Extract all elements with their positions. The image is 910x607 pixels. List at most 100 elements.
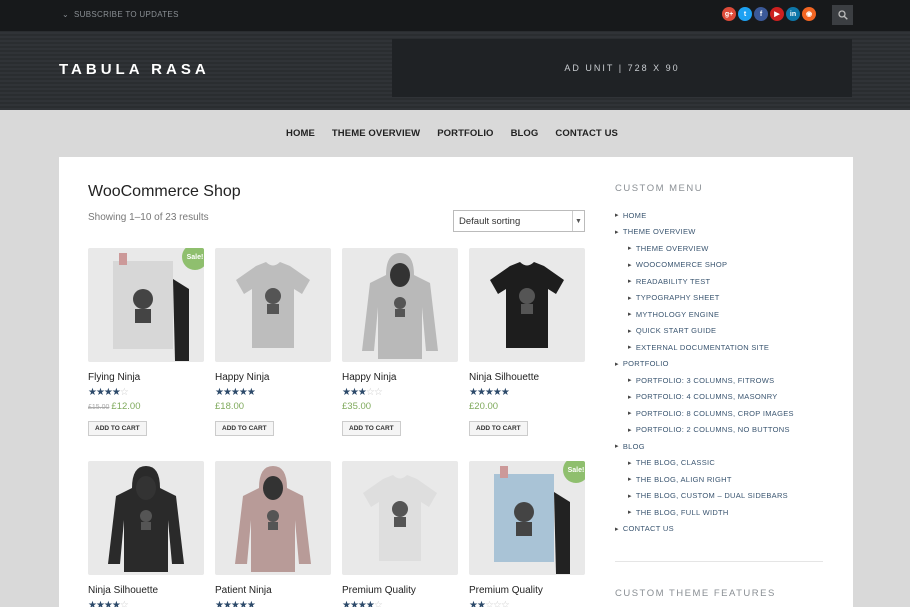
- menu-item-theme-overview[interactable]: ▸ THEME OVERVIEW: [615, 240, 825, 257]
- nav-item-contact-us[interactable]: CONTACT US: [555, 128, 618, 139]
- linkedin-icon[interactable]: in: [786, 7, 800, 21]
- bullet-icon: ▸: [628, 426, 632, 434]
- search-icon: [837, 10, 848, 20]
- menu-item-mythology-engine[interactable]: ▸ MYTHOLOGY ENGINE: [615, 306, 825, 323]
- sort-select[interactable]: Default sorting ▼: [453, 210, 585, 232]
- bullet-icon: ▸: [615, 228, 619, 236]
- sidebar-title: CUSTOM MENU: [615, 183, 704, 194]
- product-image[interactable]: [215, 461, 331, 575]
- chevron-down-icon: ⌄: [62, 10, 70, 19]
- menu-item-portfolio[interactable]: ▸ PORTFOLIO: [615, 356, 825, 373]
- bullet-icon: ▸: [628, 492, 632, 500]
- product-name[interactable]: Happy Ninja: [342, 372, 458, 383]
- content-panel: WooCommerce Shop Showing 1–10 of 23 resu…: [59, 157, 853, 607]
- product-price: £20.00: [469, 401, 499, 412]
- product-card[interactable]: Premium Quality ★★★★☆: [342, 461, 458, 607]
- page-title: WooCommerce Shop: [88, 183, 241, 200]
- menu-item-the-blog-align-right[interactable]: ▸ THE BLOG, ALIGN RIGHT: [615, 471, 825, 488]
- search-button[interactable]: [832, 5, 853, 25]
- bullet-icon: ▸: [628, 410, 632, 418]
- star-rating: ★★☆☆☆: [469, 600, 510, 607]
- top-bar: ⌄ SUBSCRIBE TO UPDATES g+ t f ▶ in ◉: [0, 0, 910, 31]
- star-rating: ★★★★★: [215, 387, 256, 398]
- sidebar: CUSTOM MENU ▸ HOME ▸ THEME OVERVIEW ▸ THEME O…: [615, 183, 825, 537]
- product-price: £35.00: [342, 401, 372, 412]
- subscribe-link[interactable]: ⌄ SUBSCRIBE TO UPDATES: [62, 10, 179, 19]
- product-card[interactable]: Sale! Flying Ninja ★★★★☆ £15.00 £12.00 AD…: [88, 248, 204, 436]
- product-name[interactable]: Ninja Silhouette: [88, 585, 204, 596]
- bullet-icon: ▸: [628, 393, 632, 401]
- site-header: TABULA RASA AD UNIT | 728 X 90: [0, 31, 910, 110]
- star-rating: ★★★★★: [215, 600, 256, 607]
- product-image[interactable]: [88, 461, 204, 575]
- bullet-icon: ▸: [615, 443, 619, 451]
- star-rating: ★★★☆☆: [342, 387, 383, 398]
- menu-item-readability-test[interactable]: ▸ READABILITY TEST: [615, 273, 825, 290]
- bullet-icon: ▸: [628, 377, 632, 385]
- nav-item-blog[interactable]: BLOG: [511, 128, 539, 139]
- bullet-icon: ▸: [628, 245, 632, 253]
- product-card[interactable]: Patient Ninja ★★★★★: [215, 461, 331, 607]
- product-image[interactable]: [469, 248, 585, 362]
- menu-item-portfolio-2-columns-no-buttons[interactable]: ▸ PORTFOLIO: 2 COLUMNS, NO BUTTONS: [615, 422, 825, 439]
- product-name[interactable]: Ninja Silhouette: [469, 372, 585, 383]
- menu-item-typography-sheet[interactable]: ▸ TYPOGRAPHY SHEET: [615, 290, 825, 307]
- twitter-icon[interactable]: t: [738, 7, 752, 21]
- add-to-cart-button[interactable]: ADD TO CART: [342, 421, 401, 436]
- menu-item-theme-overview[interactable]: ▸ THEME OVERVIEW: [615, 224, 825, 241]
- nav-item-portfolio[interactable]: PORTFOLIO: [437, 128, 493, 139]
- site-logo[interactable]: TABULA RASA: [59, 61, 210, 78]
- menu-item-portfolio-3-columns-fitrows[interactable]: ▸ PORTFOLIO: 3 COLUMNS, FITROWS: [615, 372, 825, 389]
- google-plus-icon[interactable]: g+: [722, 7, 736, 21]
- product-price: £15.00 £12.00: [88, 401, 141, 412]
- add-to-cart-button[interactable]: ADD TO CART: [88, 421, 147, 436]
- product-name[interactable]: Patient Ninja: [215, 585, 331, 596]
- product-name[interactable]: Premium Quality: [342, 585, 458, 596]
- menu-item-external-documentation-site[interactable]: ▸ EXTERNAL DOCUMENTATION SITE: [615, 339, 825, 356]
- menu-item-contact-us[interactable]: ▸ CONTACT US: [615, 521, 825, 538]
- menu-item-the-blog-custom-dual-sidebars[interactable]: ▸ THE BLOG, CUSTOM – DUAL SIDEBARS: [615, 488, 825, 505]
- chevron-down-icon: ▼: [572, 211, 584, 231]
- add-to-cart-button[interactable]: ADD TO CART: [215, 421, 274, 436]
- bullet-icon: ▸: [628, 261, 632, 269]
- sort-value: Default sorting: [459, 215, 521, 227]
- product-card[interactable]: Happy Ninja ★★★☆☆ £35.00 ADD TO CART: [342, 248, 458, 436]
- product-image[interactable]: Sale!: [469, 461, 585, 575]
- menu-item-woocommerce-shop[interactable]: ▸ WOOCOMMERCE SHOP: [615, 257, 825, 274]
- bullet-icon: ▸: [628, 476, 632, 484]
- product-card[interactable]: Ninja Silhouette ★★★★☆: [88, 461, 204, 607]
- menu-item-home[interactable]: ▸ HOME: [615, 207, 825, 224]
- product-name[interactable]: Flying Ninja: [88, 372, 204, 383]
- bullet-icon: ▸: [628, 344, 632, 352]
- menu-item-the-blog-classic[interactable]: ▸ THE BLOG, CLASSIC: [615, 455, 825, 472]
- add-to-cart-button[interactable]: ADD TO CART: [469, 421, 528, 436]
- nav-item-home[interactable]: HOME: [286, 128, 315, 139]
- menu-item-portfolio-8-columns-crop-images[interactable]: ▸ PORTFOLIO: 8 COLUMNS, CROP IMAGES: [615, 405, 825, 422]
- bullet-icon: ▸: [615, 525, 619, 533]
- menu-item-quick-start-guide[interactable]: ▸ QUICK START GUIDE: [615, 323, 825, 340]
- product-name[interactable]: Happy Ninja: [215, 372, 331, 383]
- star-rating: ★★★★☆: [342, 600, 383, 607]
- menu-item-blog[interactable]: ▸ BLOG: [615, 438, 825, 455]
- youtube-icon[interactable]: ▶: [770, 7, 784, 21]
- star-rating: ★★★★★: [469, 387, 510, 398]
- product-image[interactable]: [215, 248, 331, 362]
- product-image[interactable]: Sale!: [88, 248, 204, 362]
- product-image[interactable]: [342, 461, 458, 575]
- sidebar-title-features: CUSTOM THEME FEATURES: [615, 588, 776, 599]
- product-price: £18.00: [215, 401, 245, 412]
- product-card[interactable]: Sale! Premium Quality ★★☆☆☆: [469, 461, 585, 607]
- menu-item-portfolio-4-columns-masonry[interactable]: ▸ PORTFOLIO: 4 COLUMNS, MASONRY: [615, 389, 825, 406]
- bullet-icon: ▸: [628, 294, 632, 302]
- facebook-icon[interactable]: f: [754, 7, 768, 21]
- product-name[interactable]: Premium Quality: [469, 585, 585, 596]
- nav-item-theme-overview[interactable]: THEME OVERVIEW: [332, 128, 420, 139]
- menu-item-the-blog-full-width[interactable]: ▸ THE BLOG, FULL WIDTH: [615, 504, 825, 521]
- ad-unit[interactable]: AD UNIT | 728 X 90: [392, 39, 852, 97]
- bullet-icon: ▸: [628, 509, 632, 517]
- product-card[interactable]: Happy Ninja ★★★★★ £18.00 ADD TO CART: [215, 248, 331, 436]
- product-image[interactable]: [342, 248, 458, 362]
- product-card[interactable]: Ninja Silhouette ★★★★★ £20.00 ADD TO CAR…: [469, 248, 585, 436]
- rss-icon[interactable]: ◉: [802, 7, 816, 21]
- sidebar-divider: [615, 561, 823, 562]
